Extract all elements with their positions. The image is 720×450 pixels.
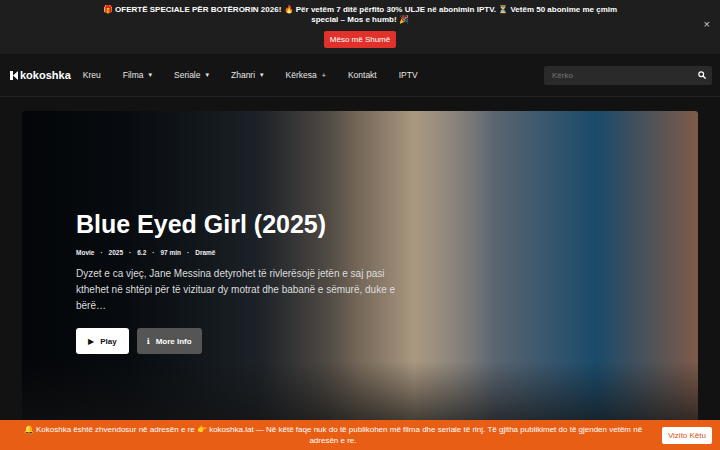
nav-item[interactable]: Seriale ▾ xyxy=(174,70,209,80)
movie-description: Dyzet e ca vjeç, Jane Messina detyrohet … xyxy=(76,266,396,314)
nav-item[interactable]: IPTV xyxy=(399,70,418,80)
movie-meta: Movie · 2025 · 6.2 · 97 min · Dramë xyxy=(76,249,396,256)
meta-item: 97 min xyxy=(160,249,181,256)
meta-item: · xyxy=(187,249,189,256)
play-icon: ▶ xyxy=(88,337,94,346)
meta-item: · xyxy=(152,249,154,256)
nav-label: Kërkesa xyxy=(286,70,317,80)
info-icon: ℹ xyxy=(147,337,150,346)
logo-icon xyxy=(10,71,18,80)
visit-button[interactable]: Vizito Këtu xyxy=(662,427,712,444)
meta-item: · xyxy=(129,249,131,256)
navbar: kokoshka Kreu Filma ▾ Seriale ▾ Zhanri ▾ Kërkesa… xyxy=(0,54,720,97)
nav-label: Zhanri xyxy=(231,70,255,80)
play-button[interactable]: ▶ Play xyxy=(76,328,129,354)
meta-item: 6.2 xyxy=(137,249,146,256)
dropdown-icon: ▾ xyxy=(205,71,209,79)
dropdown-icon: + xyxy=(322,72,326,79)
learn-more-button[interactable]: Mëso më Shumë xyxy=(324,31,396,48)
nav-menu: Kreu Filma ▾ Seriale ▾ Zhanri ▾ Kërkesa + Kontakt… xyxy=(83,70,544,80)
nav-label: Kreu xyxy=(83,70,101,80)
meta-item: · xyxy=(100,249,102,256)
hero-banner: Blue Eyed Girl (2025) Movie · 2025 · 6.2 · 97 m… xyxy=(22,111,698,441)
nav-item[interactable]: Kontakt xyxy=(348,70,377,80)
button-label: More Info xyxy=(156,337,192,346)
search-input[interactable] xyxy=(550,70,698,81)
close-icon[interactable]: × xyxy=(704,18,710,30)
nav-label: Filma xyxy=(123,70,144,80)
hero-section: Blue Eyed Girl (2025) Movie · 2025 · 6.2 · 97 m… xyxy=(0,97,720,441)
notice-bar: 🔔 Kokoshka është zhvendosur në adresën e… xyxy=(0,420,720,450)
hero-content: Blue Eyed Girl (2025) Movie · 2025 · 6.2 · 97 m… xyxy=(22,111,396,354)
nav-item[interactable]: Kreu xyxy=(83,70,101,80)
nav-label: Kontakt xyxy=(348,70,377,80)
nav-label: IPTV xyxy=(399,70,418,80)
search-icon[interactable] xyxy=(698,71,706,79)
logo-text: kokoshka xyxy=(20,69,71,81)
meta-item: Dramë xyxy=(195,249,215,256)
hero-buttons: ▶ Play ℹ More Info xyxy=(76,328,396,354)
movie-title: Blue Eyed Girl (2025) xyxy=(76,209,396,239)
dropdown-icon: ▾ xyxy=(260,71,264,79)
dropdown-icon: ▾ xyxy=(149,71,153,79)
more-info-button[interactable]: ℹ More Info xyxy=(137,328,202,354)
promo-text: 🎁 OFERTË SPECIALE PËR BOTËRORIN 2026! 🔥 … xyxy=(100,5,620,25)
nav-item[interactable]: Zhanri ▾ xyxy=(231,70,264,80)
promo-banner: 🎁 OFERTË SPECIALE PËR BOTËRORIN 2026! 🔥 … xyxy=(0,0,720,54)
nav-label: Seriale xyxy=(174,70,200,80)
nav-item[interactable]: Filma ▾ xyxy=(123,70,152,80)
meta-item: 2025 xyxy=(109,249,123,256)
logo[interactable]: kokoshka xyxy=(10,69,71,81)
search-box xyxy=(544,66,712,85)
button-label: Play xyxy=(100,337,116,346)
meta-item: Movie xyxy=(76,249,94,256)
nav-item[interactable]: Kërkesa + xyxy=(286,70,326,80)
notice-text: 🔔 Kokoshka është zhvendosur në adresën e… xyxy=(20,424,646,446)
